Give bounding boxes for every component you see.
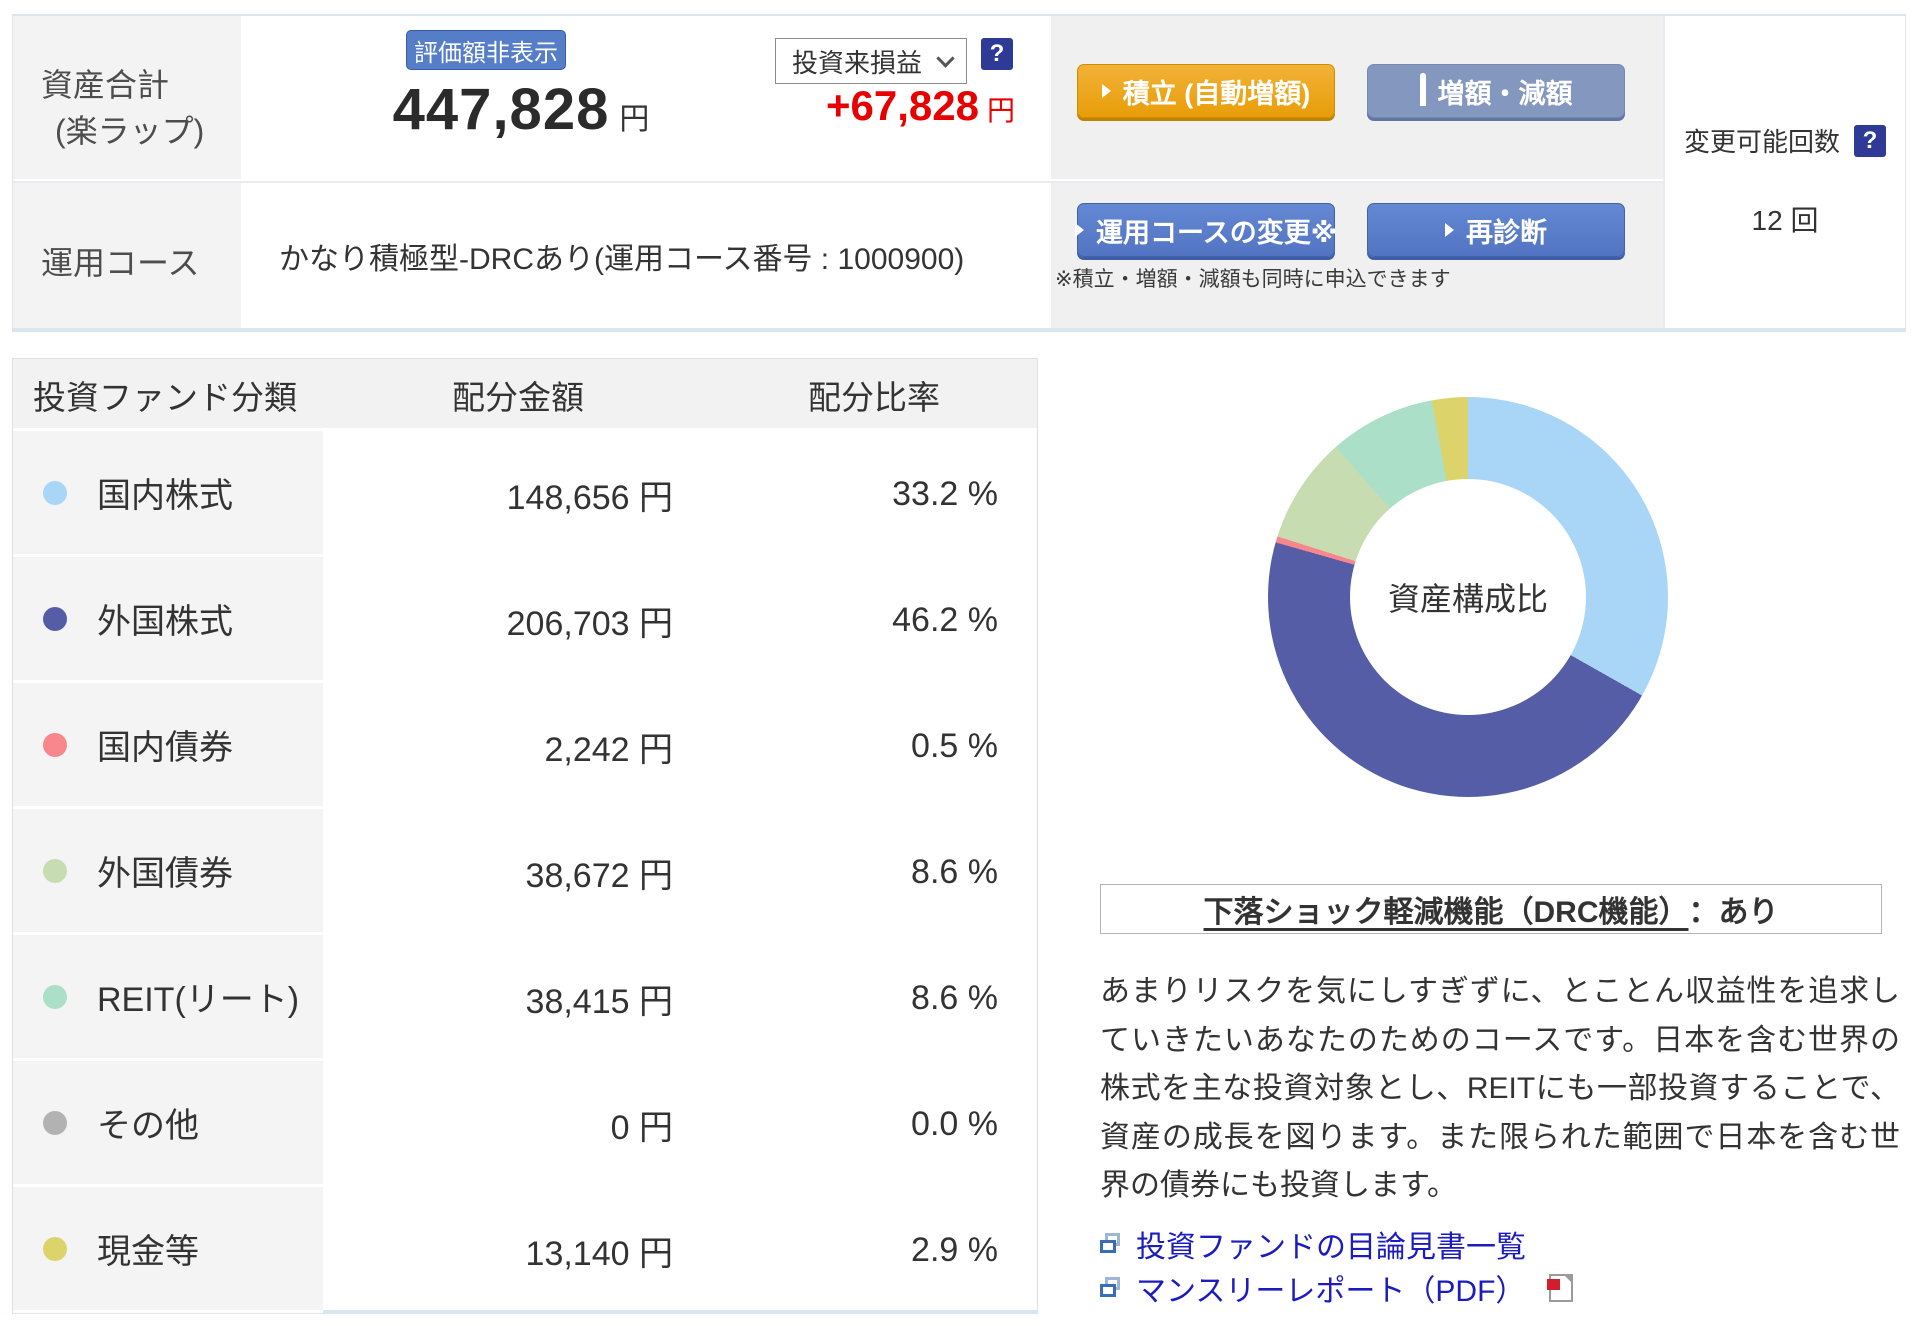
rakuten-wrap-page: 資産合計 (楽ラップ) 評価額非表示 447,828 円 投資来損益 ? +67,… xyxy=(0,0,1922,1326)
total-amount-value: 447,828 xyxy=(392,77,610,142)
drc-title: 下落ショック軽減機能（DRC機能） xyxy=(1203,896,1689,929)
rediagnosis-button-label: 再診断 xyxy=(1466,217,1547,248)
category-dot xyxy=(43,1236,67,1261)
window-icon xyxy=(1100,1233,1122,1255)
allocation-amount: 13,140 円 xyxy=(525,1234,673,1273)
table-row: 外国債券 38,672 円 8.6 % xyxy=(13,809,1037,935)
course-value-cell: かなり積極型-DRCあり(運用コース番号 : 1000900) xyxy=(241,181,1051,328)
prospectus-link[interactable]: 投資ファンドの目論見書一覧 xyxy=(1100,1222,1526,1266)
allocation-ratio: 0.0 % xyxy=(911,1104,998,1143)
allocation-amount: 0 円 xyxy=(610,1108,673,1147)
allocation-amount: 38,415 円 xyxy=(525,982,673,1021)
monthly-report-link[interactable]: マンスリーレポート（PDF） xyxy=(1100,1266,1574,1310)
allocation-amount: 2,242 円 xyxy=(544,730,673,769)
zougen-button-label: 増額・減額 xyxy=(1437,78,1573,109)
chevron-down-icon xyxy=(936,48,955,68)
table-row: 国内債券 2,242 円 0.5 % xyxy=(13,683,1037,809)
total-asset-amount: 447,828 円 xyxy=(241,76,801,143)
course-change-button[interactable]: 運用コースの変更※ xyxy=(1075,203,1337,257)
category-label: 現金等 xyxy=(97,1233,199,1271)
lock-icon xyxy=(1419,72,1426,107)
category-label: 国内債券 xyxy=(97,729,233,767)
tsumitate-button-label: 積立 (自動増額) xyxy=(1122,78,1311,109)
hide-valuation-button[interactable]: 評価額非表示 xyxy=(406,30,566,70)
monthly-report-link-label: マンスリーレポート（PDF） xyxy=(1136,1275,1526,1308)
pl-unit: 円 xyxy=(986,95,1015,126)
change-count-help-icon[interactable]: ? xyxy=(1854,124,1886,157)
drc-feature-box: 下落ショック軽減機能（DRC機能） ：あり xyxy=(1100,884,1882,934)
course-label: 運用コース xyxy=(41,245,200,281)
pdf-file-icon[interactable] xyxy=(1547,1274,1574,1302)
category-dot xyxy=(43,606,67,631)
allocation-amount: 38,672 円 xyxy=(525,856,673,895)
category-dot xyxy=(43,480,67,505)
asset-actions-cell: 積立 (自動増額) 増額・減額 xyxy=(1051,16,1663,179)
allocation-amount: 206,703 円 xyxy=(506,604,673,643)
category-dot xyxy=(43,1110,67,1135)
allocation-ratio: 8.6 % xyxy=(911,852,998,891)
asset-total-sublabel: (楽ラップ) xyxy=(55,113,205,150)
table-row: その他 0 円 0.0 % xyxy=(13,1061,1037,1187)
table-row: REIT(リート) 38,415 円 8.6 % xyxy=(13,935,1037,1061)
donut-center-label: 資産構成比 xyxy=(1387,581,1548,617)
table-row: 現金等 13,140 円 2.9 % xyxy=(13,1187,1037,1313)
allocation-ratio: 2.9 % xyxy=(911,1230,998,1269)
asset-total-value-cell: 評価額非表示 447,828 円 投資来損益 ? +67,828 円 xyxy=(241,16,1051,179)
prospectus-link-label: 投資ファンドの目論見書一覧 xyxy=(1136,1231,1526,1264)
account-summary-panel: 資産合計 (楽ラップ) 評価額非表示 447,828 円 投資来損益 ? +67,… xyxy=(12,14,1906,332)
category-label: その他 xyxy=(97,1107,199,1145)
header-category: 投資ファンド分類 xyxy=(33,379,297,416)
header-ratio: 配分比率 xyxy=(808,379,940,416)
asset-total-label: 資産合計 xyxy=(41,67,170,103)
tsumitate-button[interactable]: 積立 (自動増額) xyxy=(1077,64,1335,118)
donut-center: 資産構成比 xyxy=(1350,479,1586,715)
category-dot xyxy=(43,858,67,883)
pl-value: +67,828 xyxy=(825,82,979,129)
course-actions-cell: 運用コースの変更※ 再診断 ※積立・増額・減額も同時に申込できます xyxy=(1051,181,1663,328)
course-value: かなり積極型-DRCあり(運用コース番号 : 1000900) xyxy=(279,242,965,276)
category-dot xyxy=(43,984,67,1009)
allocation-ratio: 0.5 % xyxy=(911,726,998,765)
category-label: 外国株式 xyxy=(97,603,233,641)
asset-total-label-cell: 資産合計 (楽ラップ) xyxy=(13,16,241,179)
drc-status: ：あり xyxy=(1688,896,1779,929)
window-icon xyxy=(1100,1277,1122,1299)
change-count-label: 変更可能回数 xyxy=(1683,127,1840,157)
asset-donut: 資産構成比 xyxy=(1268,397,1668,797)
arrow-right-icon xyxy=(1445,223,1454,237)
category-label: 外国債券 xyxy=(97,855,233,893)
allocation-ratio: 8.6 % xyxy=(911,978,998,1017)
allocation-table: 投資ファンド分類 配分金額 配分比率 国内株式 148,656 円 33.2 %… xyxy=(12,358,1038,1314)
pl-period-selected-value: 投資来損益 xyxy=(792,47,923,78)
total-amount-unit: 円 xyxy=(619,103,650,136)
allocation-ratio: 33.2 % xyxy=(892,474,998,513)
allocation-ratio: 46.2 % xyxy=(892,600,998,639)
rediagnosis-button[interactable]: 再診断 xyxy=(1367,203,1625,257)
pl-period-select[interactable]: 投資来損益 xyxy=(775,38,967,84)
profit-loss-amount: +67,828 円 xyxy=(826,82,1015,130)
pl-help-icon[interactable]: ? xyxy=(981,38,1013,70)
category-label: REIT(リート) xyxy=(97,981,300,1019)
table-row: 外国株式 206,703 円 46.2 % xyxy=(13,557,1037,683)
simultaneous-apply-note: ※積立・増額・減額も同時に申込できます xyxy=(1055,268,1451,291)
course-label-cell: 運用コース xyxy=(13,181,241,328)
zougen-gengaku-button[interactable]: 増額・減額 xyxy=(1367,64,1625,118)
course-description: あまりリスクを気にしすぎずに、とことん収益性を追求していきたいあなたのためのコー… xyxy=(1100,975,1900,1203)
category-label: 国内株式 xyxy=(97,477,233,515)
arrow-right-icon xyxy=(1075,223,1085,237)
table-row: 国内株式 148,656 円 33.2 % xyxy=(13,431,1037,557)
course-change-button-label: 運用コースの変更※ xyxy=(1096,217,1337,248)
header-amount: 配分金額 xyxy=(452,379,584,416)
category-dot xyxy=(43,732,67,757)
table-header: 投資ファンド分類 配分金額 配分比率 xyxy=(13,359,1037,431)
allocation-amount: 148,656 円 xyxy=(506,478,673,517)
change-count-value: 12 回 xyxy=(1751,205,1819,236)
change-count-panel: 変更可能回数 ? 12 回 xyxy=(1663,16,1905,328)
arrow-right-icon xyxy=(1101,84,1111,98)
